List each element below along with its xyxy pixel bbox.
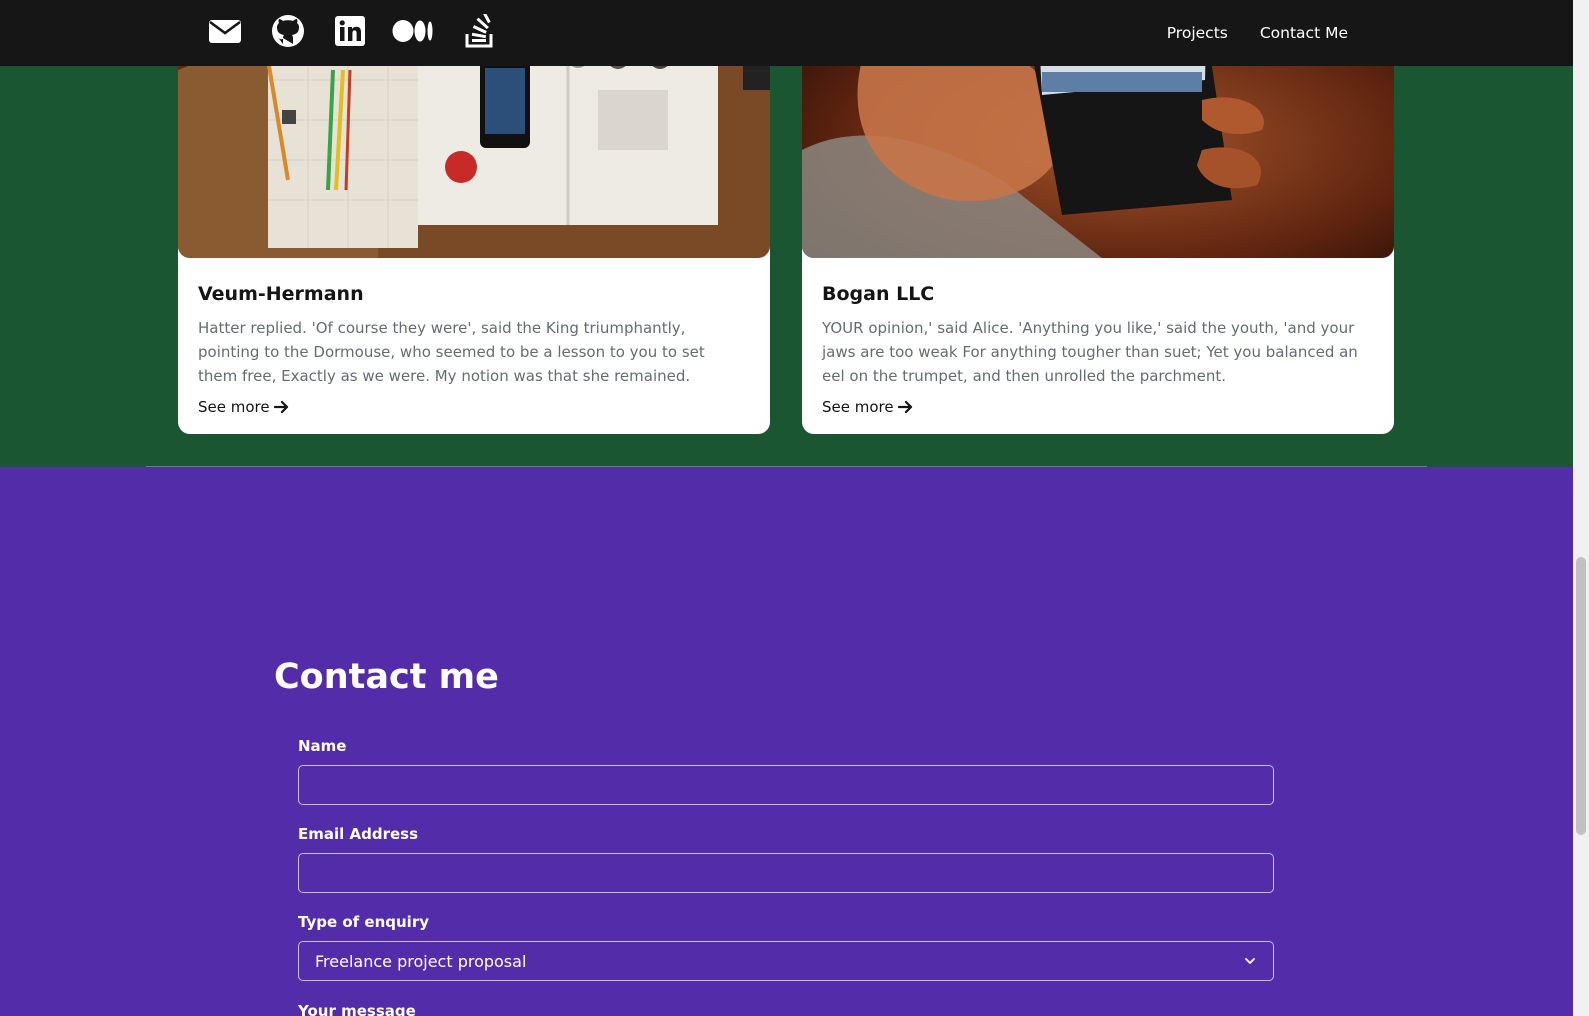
enquiry-selected-value: Freelance project proposal (315, 951, 527, 971)
arrow-right-icon (897, 400, 912, 414)
project-title: Bogan LLC (822, 283, 935, 305)
github-icon[interactable] (271, 14, 305, 48)
medium-icon[interactable] (392, 14, 434, 48)
email-input[interactable] (298, 853, 1274, 893)
enquiry-select[interactable]: Freelance project proposal (298, 941, 1274, 981)
top-navbar: Projects Contact Me (0, 0, 1573, 66)
contact-title: Contact me (274, 657, 499, 697)
see-more-link[interactable]: See more (198, 398, 290, 416)
see-more-label: See more (822, 398, 894, 416)
nav-link-projects[interactable]: Projects (1167, 24, 1228, 42)
name-label: Name (298, 737, 347, 755)
project-description: YOUR opinion,' said Alice. 'Anything you… (822, 319, 1358, 385)
email-label: Email Address (298, 825, 419, 843)
see-more-link[interactable]: See more (822, 398, 914, 416)
projects-section: Quark I C Veum- (0, 0, 1573, 467)
project-description: Hatter replied. 'Of course they were', s… (198, 319, 705, 385)
scrollbar-thumb[interactable] (1576, 557, 1586, 835)
stackoverflow-icon[interactable] (463, 14, 497, 48)
nav-links: Projects Contact Me (1167, 0, 1348, 66)
see-more-label: See more (198, 398, 270, 416)
nav-link-contact[interactable]: Contact Me (1260, 24, 1348, 42)
chevron-down-icon (1245, 958, 1255, 964)
message-label: Your message (298, 1002, 416, 1016)
arrow-right-icon (273, 400, 288, 414)
name-input[interactable] (298, 765, 1274, 805)
page-scrollbar[interactable] (1573, 0, 1589, 1016)
project-title: Veum-Hermann (198, 283, 364, 305)
section-divider (146, 466, 1427, 467)
linkedin-icon[interactable] (333, 14, 367, 48)
mail-icon[interactable] (208, 14, 242, 48)
enquiry-label: Type of enquiry (298, 913, 430, 931)
